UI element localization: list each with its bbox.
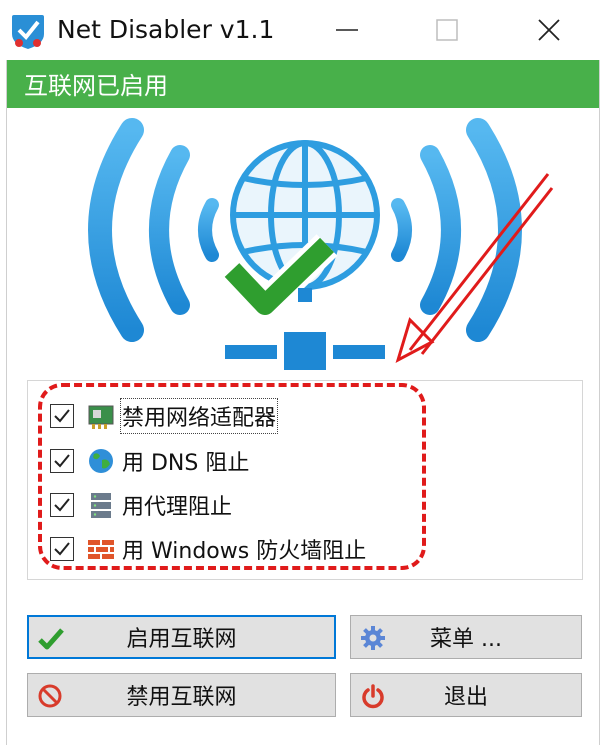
annotation-dashed-box	[38, 383, 426, 570]
menu-button[interactable]: 菜单 ...	[350, 615, 582, 659]
disable-internet-button[interactable]: 禁用互联网	[27, 673, 336, 717]
prohibited-icon	[38, 684, 62, 708]
button-label: 启用互联网	[126, 627, 237, 652]
app-icon	[12, 15, 44, 49]
status-text: 互联网已启用	[24, 72, 168, 100]
minimize-button[interactable]	[295, 0, 399, 60]
exit-button[interactable]: 退出	[350, 673, 582, 717]
maximize-icon	[436, 19, 458, 41]
close-icon	[538, 19, 560, 41]
button-label: 禁用互联网	[126, 685, 237, 710]
window-title: Net Disabler v1.1	[57, 15, 275, 44]
maximize-button[interactable]	[395, 0, 499, 60]
annotation-arrow-icon	[395, 173, 554, 364]
checkmark-icon	[38, 628, 64, 650]
gear-icon	[361, 626, 385, 650]
power-icon	[362, 684, 384, 709]
close-button[interactable]	[497, 0, 601, 60]
minimize-icon	[336, 29, 358, 31]
enable-internet-button[interactable]: 启用互联网	[27, 615, 336, 659]
